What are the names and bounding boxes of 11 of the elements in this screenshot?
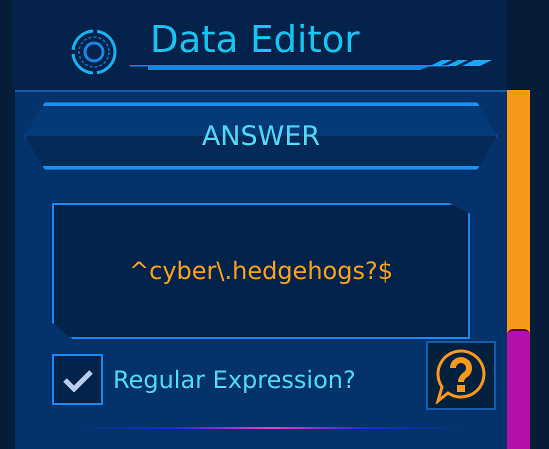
scrollbar-thumb[interactable] [507, 329, 530, 449]
answer-field[interactable]: ^cyber\.hedgehogs?$ [52, 203, 470, 339]
target-icon [70, 28, 118, 76]
window-title: Data Editor [150, 18, 360, 62]
section-header: ANSWER [25, 102, 497, 170]
checkbox-label: Regular Expression? [113, 366, 356, 394]
checkmark-icon [62, 368, 94, 392]
scrollbar-track[interactable] [507, 90, 530, 449]
help-bubble-icon [434, 348, 488, 404]
help-button[interactable] [426, 341, 496, 410]
regex-checkbox[interactable] [52, 354, 103, 405]
